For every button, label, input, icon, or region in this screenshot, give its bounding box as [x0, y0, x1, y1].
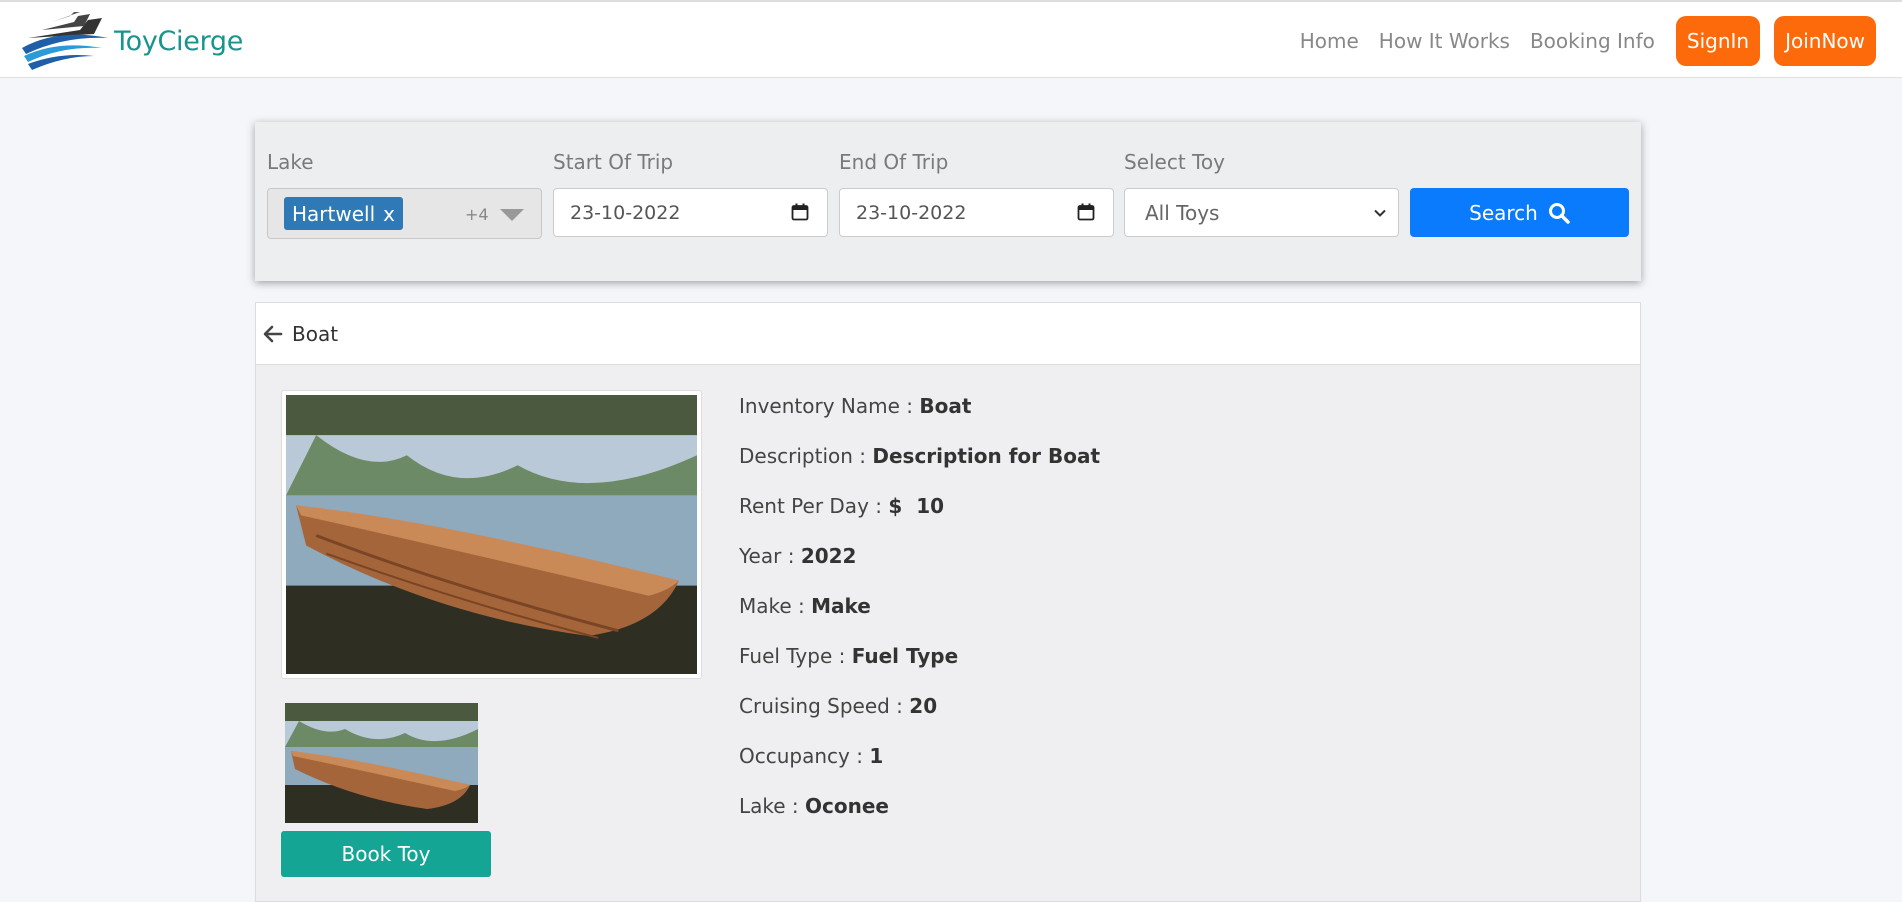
- detail-make: Make : Make: [739, 594, 1100, 644]
- search-panel: Lake Hartwell x +4 Start Of Trip 23-10-2…: [255, 122, 1641, 281]
- detail-occupancy: Occupancy : 1: [739, 744, 1100, 794]
- select-toy-dropdown[interactable]: All Toys: [1124, 188, 1399, 237]
- nav-how-it-works[interactable]: How It Works: [1379, 29, 1510, 53]
- detail-value: Description for Boat: [872, 444, 1101, 468]
- chevron-down-icon: [1374, 209, 1386, 217]
- brand-name: ToyCierge: [114, 25, 244, 57]
- detail-value: Oconee: [805, 794, 889, 818]
- lake-label: Lake: [267, 150, 314, 174]
- detail-label: Cruising Speed :: [739, 694, 903, 718]
- nav-booking-info[interactable]: Booking Info: [1530, 29, 1655, 53]
- top-navbar: ToyCierge Home How It Works Booking Info…: [0, 0, 1902, 78]
- detail-label: Rent Per Day :: [739, 494, 882, 518]
- brand-logo[interactable]: ToyCierge: [18, 8, 243, 74]
- detail-inventory-name: Inventory Name : Boat: [739, 394, 1100, 444]
- detail-description: Description : Description for Boat: [739, 444, 1100, 494]
- boat-logo-icon: [22, 12, 108, 70]
- boat-photo: [286, 395, 697, 674]
- search-icon: [1548, 202, 1570, 224]
- card-title: Boat: [292, 321, 339, 346]
- chevron-down-icon[interactable]: [500, 209, 524, 221]
- end-trip-value: 23-10-2022: [856, 201, 967, 224]
- detail-label: Inventory Name :: [739, 394, 913, 418]
- detail-value: $ 10: [888, 494, 945, 518]
- signin-button[interactable]: SignIn: [1675, 16, 1761, 66]
- lake-more-count: +4: [465, 205, 489, 224]
- lake-chip-label: Hartwell: [292, 201, 376, 226]
- start-trip-value: 23-10-2022: [570, 201, 681, 224]
- detail-label: Occupancy :: [739, 744, 863, 768]
- end-trip-input[interactable]: 23-10-2022: [839, 188, 1114, 237]
- search-button[interactable]: Search: [1410, 188, 1629, 237]
- main-nav: Home How It Works Booking Info SignIn Jo…: [1300, 16, 1876, 66]
- detail-label: Make :: [739, 594, 805, 618]
- detail-value: Make: [811, 594, 871, 618]
- book-toy-button[interactable]: Book Toy: [281, 831, 491, 877]
- arrow-left-icon[interactable]: [263, 324, 283, 344]
- detail-fuel-type: Fuel Type : Fuel Type: [739, 644, 1100, 694]
- end-trip-label: End Of Trip: [839, 150, 949, 174]
- detail-value: 1: [869, 744, 884, 768]
- detail-label: Year :: [739, 544, 795, 568]
- nav-home[interactable]: Home: [1300, 29, 1359, 53]
- detail-label: Lake :: [739, 794, 799, 818]
- joinnow-button[interactable]: JoinNow: [1774, 16, 1876, 66]
- detail-value: Fuel Type: [851, 644, 959, 668]
- toy-main-photo: [281, 390, 702, 679]
- detail-rent-per-day: Rent Per Day : $ 10: [739, 494, 1100, 544]
- search-button-label: Search: [1469, 200, 1538, 225]
- detail-value: 2022: [800, 544, 857, 568]
- calendar-icon[interactable]: [791, 203, 809, 221]
- detail-year: Year : 2022: [739, 544, 1100, 594]
- toy-detail-card: Boat Book Toy Inventory Name: Boat Desc…: [255, 302, 1641, 902]
- calendar-icon[interactable]: [1077, 203, 1095, 221]
- detail-cruising-speed: Cruising Speed : 20: [739, 694, 1100, 744]
- detail-label: Fuel Type :: [739, 644, 846, 668]
- lake-multiselect[interactable]: Hartwell x +4: [267, 188, 542, 239]
- detail-value: Boat: [919, 394, 972, 418]
- start-trip-input[interactable]: 23-10-2022: [553, 188, 828, 237]
- detail-label: Description :: [739, 444, 867, 468]
- select-toy-label: Select Toy: [1124, 150, 1225, 174]
- toy-details-list: Inventory Name : Boat Description : Desc…: [739, 394, 1100, 844]
- detail-value: 20: [909, 694, 938, 718]
- boat-thumbnail-photo: [285, 703, 478, 823]
- start-trip-label: Start Of Trip: [553, 150, 674, 174]
- detail-lake: Lake : Oconee: [739, 794, 1100, 844]
- lake-chip-remove[interactable]: x: [383, 202, 395, 226]
- select-toy-value: All Toys: [1145, 200, 1220, 225]
- card-header: Boat: [256, 303, 1640, 365]
- lake-chip: Hartwell x: [284, 197, 403, 230]
- toy-thumbnail[interactable]: [285, 703, 478, 823]
